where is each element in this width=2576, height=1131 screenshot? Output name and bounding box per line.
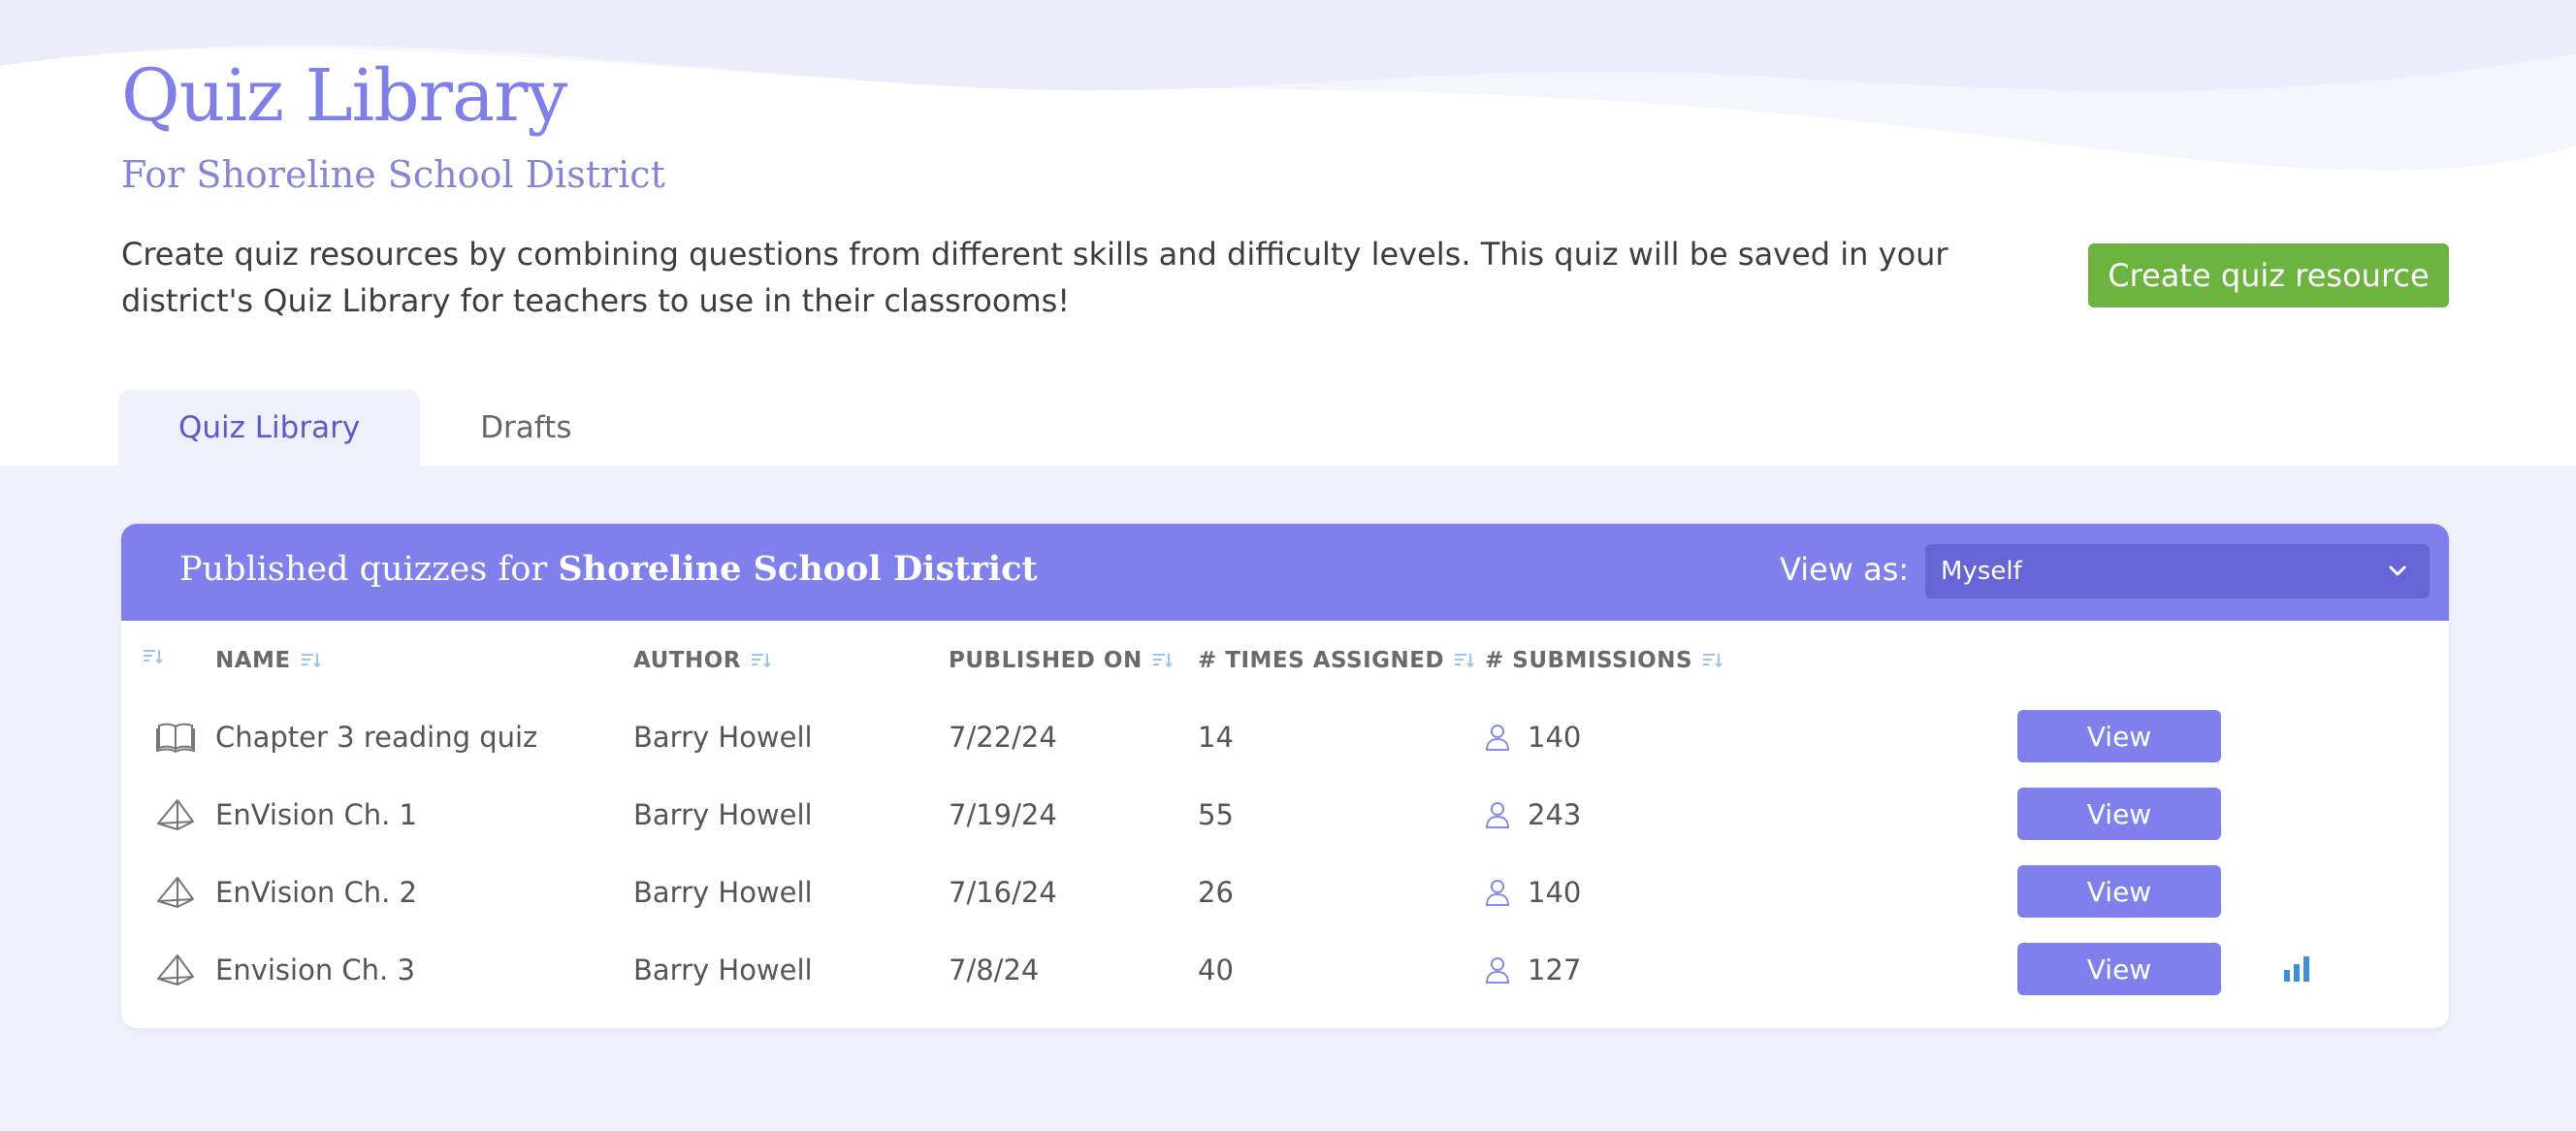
quiz-author: Barry Howell: [633, 876, 813, 909]
quiz-times-assigned: 26: [1198, 876, 1234, 909]
sort-icon: [751, 654, 771, 668]
view-button[interactable]: View: [2017, 865, 2221, 918]
sort-icon: [1703, 654, 1723, 668]
table-header-row: NAME AUTHOR PUBLISHED ON # TIMES ASSIGNE…: [121, 648, 2449, 687]
row-type-icon: [156, 698, 195, 776]
panel-title-district: Shoreline School District: [558, 549, 1038, 589]
quiz-times-assigned: 14: [1198, 721, 1234, 754]
page-title: Quiz Library: [121, 54, 567, 138]
table-row: EnVision Ch. 1 Barry Howell 7/19/24 55 2…: [121, 776, 2449, 854]
column-header-submissions-label: # SUBMISSIONS: [1485, 648, 1693, 673]
column-header-times-assigned[interactable]: # TIMES ASSIGNED: [1198, 648, 1475, 673]
table-row: EnVision Ch. 2 Barry Howell 7/16/24 26 1…: [121, 854, 2449, 931]
sort-icon: [1152, 654, 1173, 668]
quiz-submissions: 140: [1528, 721, 1582, 754]
quiz-published-on: 7/19/24: [949, 798, 1057, 831]
column-header-name[interactable]: NAME: [215, 648, 322, 673]
submissions-user-icon: [1485, 854, 1510, 931]
view-as-select[interactable]: Myself: [1925, 544, 2430, 598]
quiz-times-assigned: 55: [1198, 798, 1234, 831]
sort-icon: [144, 650, 163, 664]
quiz-name: Chapter 3 reading quiz: [215, 721, 538, 754]
bar-chart-icon[interactable]: [2282, 954, 2311, 984]
user-icon: [1485, 725, 1510, 751]
sort-icon: [301, 654, 321, 668]
panel-header: Published quizzes for Shoreline School D…: [121, 524, 2449, 621]
published-quizzes-panel: Published quizzes for Shoreline School D…: [121, 524, 2449, 1028]
submissions-user-icon: [1485, 931, 1510, 1009]
tab-quiz-library[interactable]: Quiz Library: [118, 390, 421, 466]
pyramid-icon: [157, 954, 194, 986]
view-button[interactable]: View: [2017, 943, 2221, 995]
quiz-author: Barry Howell: [633, 721, 813, 754]
column-header-name-label: NAME: [215, 648, 291, 673]
row-type-icon: [156, 931, 195, 1009]
create-quiz-resource-button[interactable]: Create quiz resource: [2088, 243, 2449, 307]
submissions-user-icon: [1485, 698, 1510, 776]
quiz-submissions: 127: [1528, 953, 1582, 986]
column-header-times-assigned-label: # TIMES ASSIGNED: [1198, 648, 1445, 673]
user-icon: [1485, 802, 1510, 828]
book-icon: [156, 723, 195, 754]
column-header-published-on[interactable]: PUBLISHED ON: [949, 648, 1174, 673]
quiz-submissions: 140: [1528, 876, 1582, 909]
page-header: Quiz Library For Shoreline School Distri…: [0, 0, 2576, 466]
column-header-author-label: AUTHOR: [633, 648, 741, 673]
sort-type-column[interactable]: [143, 648, 164, 665]
quiz-author: Barry Howell: [633, 798, 813, 831]
user-icon: [1485, 880, 1510, 906]
row-type-icon: [156, 776, 195, 854]
quiz-published-on: 7/16/24: [949, 876, 1057, 909]
quiz-name: Envision Ch. 3: [215, 953, 415, 986]
submissions-user-icon: [1485, 776, 1510, 854]
tab-drafts[interactable]: Drafts: [420, 390, 631, 466]
pyramid-icon: [157, 799, 194, 830]
table-row: Chapter 3 reading quiz Barry Howell 7/22…: [121, 698, 2449, 776]
quiz-name: EnVision Ch. 2: [215, 876, 417, 909]
panel-title: Published quizzes for Shoreline School D…: [179, 549, 1038, 589]
sort-icon: [1455, 654, 1474, 668]
quiz-name: EnVision Ch. 1: [215, 798, 417, 831]
page-subtitle: For Shoreline School District: [121, 153, 665, 196]
column-header-published-on-label: PUBLISHED ON: [949, 648, 1143, 673]
quiz-submissions: 243: [1528, 798, 1582, 831]
table-row: Envision Ch. 3 Barry Howell 7/8/24 40 12…: [121, 931, 2449, 1009]
tab-bar: Quiz Library Drafts: [118, 390, 631, 466]
user-icon: [1485, 957, 1510, 984]
quiz-published-on: 7/8/24: [949, 953, 1040, 986]
column-header-author[interactable]: AUTHOR: [633, 648, 772, 673]
chevron-down-icon: [2389, 566, 2406, 576]
view-button[interactable]: View: [2017, 710, 2221, 762]
quiz-author: Barry Howell: [633, 953, 813, 986]
page-description: Create quiz resources by combining quest…: [121, 236, 1948, 319]
view-as-value: Myself: [1941, 557, 2022, 586]
quiz-published-on: 7/22/24: [949, 721, 1057, 754]
panel-title-prefix: Published quizzes for: [179, 550, 559, 589]
pyramid-icon: [157, 877, 194, 908]
quiz-times-assigned: 40: [1198, 953, 1234, 986]
view-as-label: View as:: [1780, 551, 1910, 588]
column-header-submissions[interactable]: # SUBMISSIONS: [1485, 648, 1723, 673]
view-button[interactable]: View: [2017, 788, 2221, 840]
row-type-icon: [156, 854, 195, 931]
